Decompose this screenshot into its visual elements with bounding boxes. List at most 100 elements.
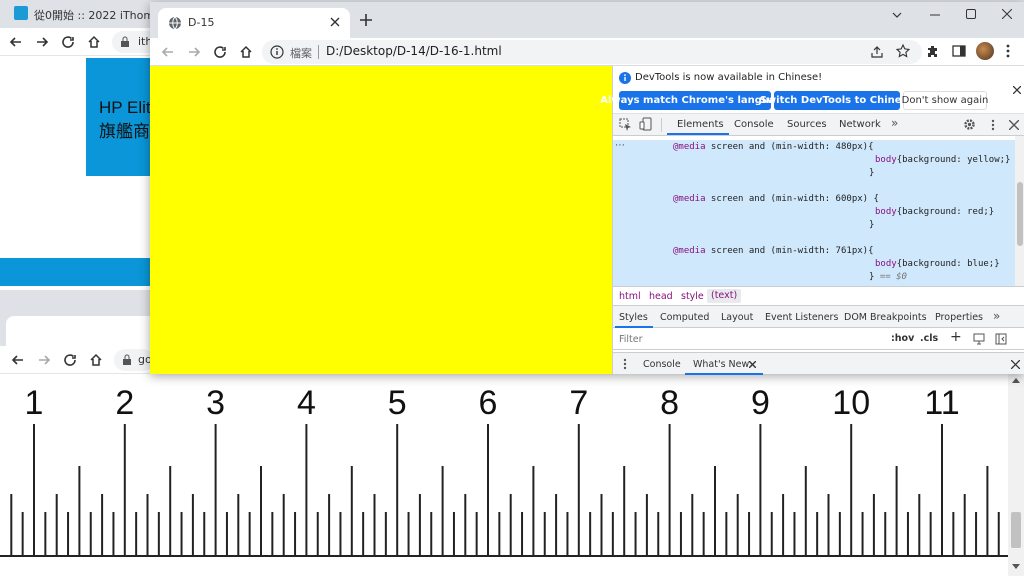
hov-button[interactable]: :hov <box>891 333 914 344</box>
gutter-ellipsis-icon[interactable]: ⋯ <box>615 140 625 151</box>
more-subtabs-icon[interactable]: » <box>993 309 1000 323</box>
drawer-tabbar: Console What's New <box>613 352 1024 375</box>
code-token: screen and (min-width: 761px){ <box>705 246 874 256</box>
device-toolbar-icon[interactable] <box>639 117 653 131</box>
breadcrumb-html[interactable]: html <box>619 291 641 302</box>
scroll-thumb[interactable] <box>1011 512 1021 548</box>
elements-tree[interactable]: ⋯ @media screen and (min-width: 480px){ … <box>613 136 1024 286</box>
maximize-icon[interactable] <box>966 9 976 19</box>
tab-search-icon[interactable] <box>892 10 902 20</box>
favicon-icon <box>14 6 28 20</box>
close-whats-new-icon[interactable] <box>749 361 756 368</box>
inspect-element-icon[interactable] <box>619 118 632 131</box>
scroll-down-icon[interactable] <box>1012 564 1020 569</box>
home-icon[interactable] <box>86 34 102 50</box>
cls-button[interactable]: .cls <box>920 333 938 344</box>
back-icon[interactable] <box>10 352 26 368</box>
code-token: {background: blue;} <box>896 259 1000 269</box>
tree-scroll-thumb[interactable] <box>1017 182 1023 246</box>
subtab-layout[interactable]: Layout <box>721 312 753 323</box>
address-scheme: 檔案 <box>290 47 312 60</box>
vertical-scrollbar[interactable] <box>1008 374 1024 576</box>
always-match-language-button[interactable]: Always match Chrome's language <box>600 91 790 110</box>
tree-scrollbar[interactable] <box>1015 136 1024 286</box>
close-window-icon[interactable] <box>1002 9 1012 19</box>
tab-close-icon[interactable] <box>330 17 340 27</box>
address-bar[interactable]: go <box>114 349 154 371</box>
new-tab-icon[interactable] <box>360 14 372 26</box>
minimize-icon[interactable] <box>930 10 940 20</box>
code-token: {background: yellow;} <box>896 155 1011 165</box>
scroll-up-icon[interactable] <box>1012 378 1020 383</box>
styles-filter-input[interactable] <box>615 330 883 348</box>
subtab-dom-breakpoints[interactable]: DOM Breakpoints <box>844 312 927 323</box>
reload-icon[interactable] <box>212 44 228 60</box>
new-style-rule-icon[interactable]: + <box>950 329 962 345</box>
tab-network[interactable]: Network <box>839 119 881 130</box>
profile-avatar[interactable] <box>976 42 994 60</box>
active-tab[interactable]: D-15 <box>158 8 350 38</box>
code-token: @media <box>673 142 706 152</box>
back-icon[interactable] <box>160 44 176 60</box>
toggle-sidebar-icon[interactable] <box>995 333 1007 345</box>
reload-icon[interactable] <box>60 34 76 50</box>
settings-gear-icon[interactable] <box>963 118 976 131</box>
breadcrumb-style[interactable]: style <box>681 291 704 302</box>
bookmark-star-icon[interactable] <box>896 44 910 58</box>
breadcrumb: html head style (text) <box>613 286 1024 306</box>
tab-strip: D-15 <box>150 2 1024 38</box>
close-drawer-icon[interactable] <box>1011 360 1020 369</box>
banner-text: HP Elit 旗艦商 <box>99 96 151 144</box>
subtab-computed[interactable]: Computed <box>660 312 709 323</box>
toolbar: 檔案 D:/Desktop/D-14/D-16-1.html <box>150 38 1024 66</box>
switch-to-chinese-button[interactable]: Switch DevTools to Chinese <box>760 91 914 110</box>
devtools-main-tabbar: Elements Console Sources Network » <box>613 114 1024 136</box>
tab-console[interactable]: Console <box>734 119 774 130</box>
extensions-icon[interactable] <box>926 44 940 58</box>
reload-icon[interactable] <box>62 352 78 368</box>
drawer-menu-icon[interactable] <box>623 358 627 370</box>
code-line-4: @media screen and (min-width: 600px) { <box>673 194 879 204</box>
address-url: D:/Desktop/D-14/D-16-1.html <box>326 44 502 58</box>
drawer-tab-whats-new[interactable]: What's New <box>693 359 749 370</box>
forward-icon[interactable] <box>34 34 50 50</box>
breadcrumb-text[interactable]: (text) <box>707 289 742 303</box>
dont-show-again-button[interactable]: Don't show again <box>902 91 988 110</box>
computed-styles-icon[interactable] <box>973 333 985 345</box>
code-token: screen and (min-width: 480px){ <box>705 142 874 152</box>
selected-marker: == $0 <box>874 272 907 282</box>
breadcrumb-head[interactable]: head <box>649 291 673 302</box>
devtools-infobar: DevTools is now available in Chinese! Al… <box>600 66 1024 114</box>
info-icon[interactable] <box>270 45 284 59</box>
code-token: screen and (min-width: 600px) { <box>705 194 879 204</box>
page-viewport[interactable] <box>150 66 612 374</box>
forward-icon[interactable] <box>186 44 202 60</box>
subtab-event-listeners[interactable]: Event Listeners <box>765 312 838 323</box>
tab-sources[interactable]: Sources <box>787 119 827 130</box>
code-line-9: } == $0 <box>869 272 907 282</box>
forward-icon[interactable] <box>36 352 52 368</box>
close-devtools-icon[interactable] <box>1009 120 1019 130</box>
drawer-tab-console[interactable]: Console <box>643 359 681 370</box>
active-tab[interactable] <box>6 316 156 346</box>
share-icon[interactable] <box>870 45 884 59</box>
devtools-menu-icon[interactable] <box>991 119 995 131</box>
subtab-properties[interactable]: Properties <box>935 312 983 323</box>
more-tabs-icon[interactable]: » <box>891 116 898 130</box>
code-line-7: @media screen and (min-width: 761px){ <box>673 246 874 256</box>
tab-elements[interactable]: Elements <box>677 119 724 130</box>
devtools-panel: DevTools is now available in Chinese! Al… <box>600 66 1024 375</box>
code-token: body <box>875 207 897 217</box>
tab-divider <box>661 118 662 132</box>
infobar-text: DevTools is now available in Chinese! <box>635 72 823 83</box>
infobar-close-icon[interactable] <box>1013 86 1021 94</box>
home-icon[interactable] <box>88 352 104 368</box>
home-icon[interactable] <box>238 44 254 60</box>
address-bar[interactable]: 檔案 D:/Desktop/D-14/D-16-1.html <box>262 40 922 64</box>
ruler-label: 9 <box>751 384 770 422</box>
side-panel-icon[interactable] <box>952 44 966 58</box>
menu-kebab-icon[interactable] <box>1006 44 1010 58</box>
subtab-styles[interactable]: Styles <box>619 312 648 323</box>
back-icon[interactable] <box>8 34 24 50</box>
code-line-3: } <box>869 168 875 178</box>
